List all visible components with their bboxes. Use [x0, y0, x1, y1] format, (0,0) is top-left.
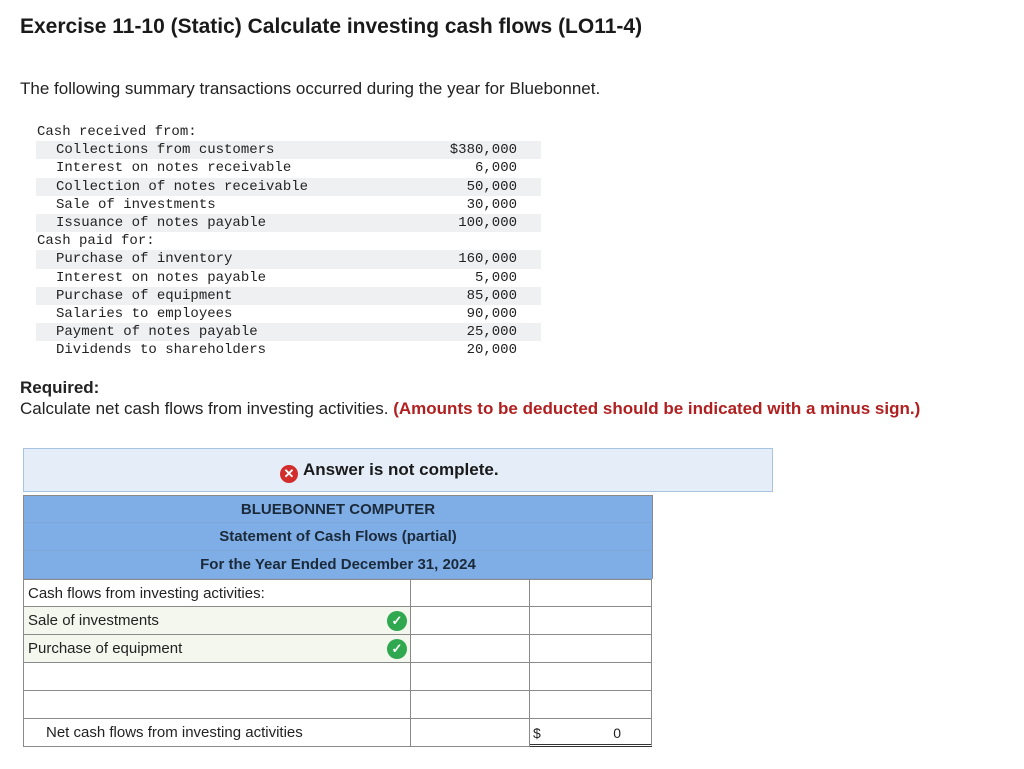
paid-heading: Cash paid for:: [37, 233, 155, 250]
intro-text: The following summary transactions occur…: [20, 79, 601, 98]
received-heading-row: Cash received from:: [36, 123, 541, 141]
check-icon: ✓: [387, 639, 407, 659]
amount-input[interactable]: [411, 691, 530, 719]
transaction-amount: $380,000: [449, 142, 517, 159]
transaction-amount: 5,000: [474, 269, 517, 286]
transactions-list: Cash received from: Collections from cus…: [36, 123, 541, 359]
total-input[interactable]: [530, 579, 652, 607]
net-total-cell[interactable]: $0: [530, 719, 652, 747]
table-row: Purchase of equipment ✓: [23, 635, 653, 663]
transaction-amount: 25,000: [466, 324, 517, 341]
total-row: Net cash flows from investing activities…: [23, 719, 653, 747]
table-row: [23, 691, 653, 719]
transaction-row: Payment of notes payable 25,000: [36, 323, 541, 342]
transaction-row: Collections from customers $380,000: [36, 141, 541, 160]
line-item-label[interactable]: Sale of investments ✓: [23, 607, 411, 635]
transaction-label: Sale of investments: [56, 196, 216, 213]
transaction-amount: 85,000: [466, 287, 517, 304]
transaction-label: Interest on notes payable: [56, 269, 267, 286]
line-item-text: Sale of investments: [28, 612, 159, 629]
cash-flow-statement: BLUEBONNET COMPUTER Statement of Cash Fl…: [23, 495, 653, 747]
x-circle-icon: ✕: [280, 465, 298, 483]
currency-symbol: $: [533, 725, 541, 741]
line-item-label[interactable]: [23, 663, 411, 691]
line-item-label[interactable]: Purchase of equipment ✓: [23, 635, 411, 663]
required-instruction: Calculate net cash flows from investing …: [20, 399, 920, 419]
transaction-row: Interest on notes receivable 6,000: [36, 159, 541, 177]
transaction-amount: 160,000: [458, 251, 517, 268]
check-icon: ✓: [387, 611, 407, 631]
statement-company: BLUEBONNET COMPUTER: [23, 495, 653, 523]
paid-heading-row: Cash paid for:: [36, 232, 541, 250]
amount-input[interactable]: [411, 635, 530, 663]
transaction-amount: 90,000: [466, 305, 517, 322]
required-title: Required:: [20, 378, 100, 397]
total-input[interactable]: [530, 663, 652, 691]
transaction-label: Payment of notes payable: [56, 324, 258, 341]
required-section: Required: Calculate net cash flows from …: [20, 378, 920, 419]
answer-status: ✕ Answer is not complete.: [280, 460, 499, 483]
total-input[interactable]: [530, 691, 652, 719]
amount-input[interactable]: [411, 663, 530, 691]
transaction-label: Purchase of inventory: [56, 251, 233, 268]
transaction-row: Purchase of equipment 85,000: [36, 286, 541, 305]
required-note: (Amounts to be deducted should be indica…: [393, 399, 921, 418]
table-row: Sale of investments ✓: [23, 607, 653, 635]
transaction-label: Interest on notes receivable: [56, 160, 292, 177]
answer-status-text: Answer is not complete.: [303, 460, 499, 479]
transaction-label: Collections from customers: [56, 142, 275, 159]
table-row: Cash flows from investing activities:: [23, 579, 653, 607]
amount-input[interactable]: [411, 719, 530, 747]
transaction-row: Purchase of inventory 160,000: [36, 250, 541, 269]
transaction-label: Salaries to employees: [56, 305, 233, 322]
transaction-amount: 100,000: [458, 214, 517, 231]
statement-period: For the Year Ended December 31, 2024: [23, 551, 653, 579]
amount-input[interactable]: [411, 607, 530, 635]
transaction-row: Interest on notes payable 5,000: [36, 269, 541, 287]
line-item-text: Purchase of equipment: [28, 640, 183, 657]
transaction-amount: 6,000: [474, 160, 517, 177]
transaction-row: Salaries to employees 90,000: [36, 305, 541, 323]
transaction-amount: 20,000: [466, 342, 517, 359]
net-total-value: 0: [613, 725, 621, 741]
answer-status-banner: ✕ Answer is not complete.: [23, 448, 773, 492]
amount-input[interactable]: [411, 579, 530, 607]
line-item-label[interactable]: [23, 691, 411, 719]
total-input[interactable]: [530, 607, 652, 635]
section-label: Cash flows from investing activities:: [23, 579, 411, 607]
total-input[interactable]: [530, 635, 652, 663]
transaction-amount: 30,000: [466, 196, 517, 213]
received-heading: Cash received from:: [37, 124, 197, 140]
statement-name: Statement of Cash Flows (partial): [23, 523, 653, 551]
transaction-label: Issuance of notes payable: [56, 214, 267, 231]
transaction-row: Collection of notes receivable 50,000: [36, 177, 541, 196]
transaction-amount: 50,000: [466, 178, 517, 195]
total-label: Net cash flows from investing activities: [23, 719, 411, 747]
exercise-title: Exercise 11-10 (Static) Calculate invest…: [20, 15, 643, 38]
transaction-row: Issuance of notes payable 100,000: [36, 213, 541, 233]
transaction-row: Dividends to shareholders 20,000: [36, 341, 541, 359]
required-text: Calculate net cash flows from investing …: [20, 399, 389, 418]
table-row: [23, 663, 653, 691]
transaction-label: Dividends to shareholders: [56, 342, 267, 359]
transaction-label: Purchase of equipment: [56, 287, 233, 304]
transaction-row: Sale of investments 30,000: [36, 196, 541, 214]
transaction-label: Collection of notes receivable: [56, 178, 309, 195]
